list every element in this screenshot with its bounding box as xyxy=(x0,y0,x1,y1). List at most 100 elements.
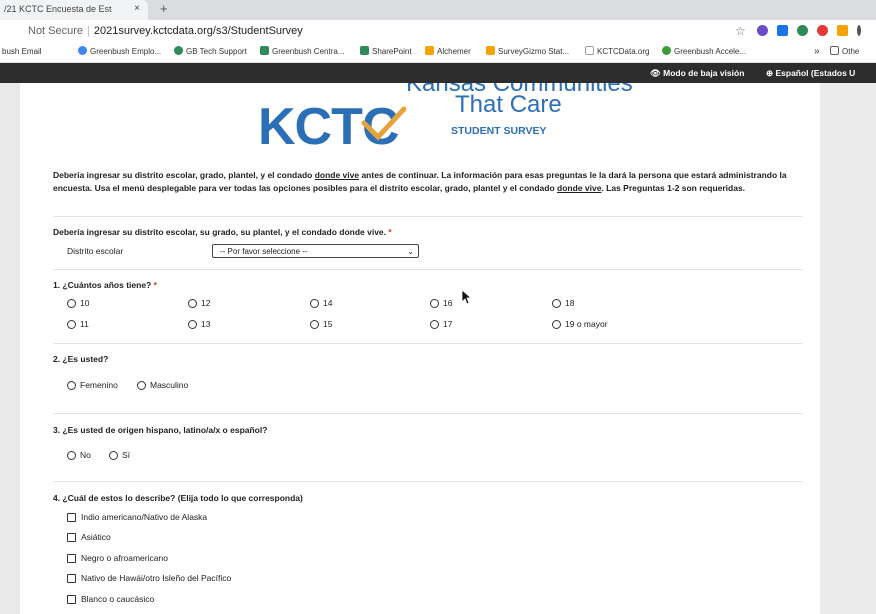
menu-icon[interactable] xyxy=(857,25,861,36)
radio-option[interactable]: 12 xyxy=(188,298,210,309)
eye-icon: 👁 xyxy=(650,68,664,78)
bookmark-icon xyxy=(662,46,671,55)
browser-tab[interactable]: /21 KCTC Encuesta de Est × xyxy=(0,0,148,20)
radio-icon xyxy=(430,299,439,308)
bookmark-item[interactable]: Alchemer xyxy=(425,42,471,62)
radio-icon xyxy=(137,381,146,390)
radio-option[interactable]: 18 xyxy=(552,298,574,309)
language-selector[interactable]: ⊕ Español (Estados U xyxy=(766,63,855,83)
url-text[interactable]: 2021survey.kctcdata.org/s3/StudentSurvey xyxy=(94,25,303,37)
divider xyxy=(53,269,803,270)
bookmark-item[interactable]: Greenbush Centra... xyxy=(260,42,344,62)
radio-icon xyxy=(188,320,197,329)
district-field-label: Distrito escolar xyxy=(67,246,124,256)
radio-option[interactable]: 11 xyxy=(67,319,89,330)
mouse-cursor-icon xyxy=(461,289,473,305)
radio-option[interactable]: No xyxy=(67,450,91,461)
radio-option[interactable]: 15 xyxy=(310,319,332,330)
radio-option[interactable]: 10 xyxy=(67,298,89,309)
bookmark-item[interactable]: bush Email xyxy=(2,42,42,62)
q1-title: 1. ¿Cuántos años tiene? * xyxy=(53,280,157,290)
radio-option[interactable]: 17 xyxy=(430,319,452,330)
divider xyxy=(53,413,803,414)
q3-title: 3. ¿Es usted de origen hispano, latino/a… xyxy=(53,425,268,435)
radio-icon xyxy=(430,320,439,329)
checkbox-option[interactable]: Negro o afroamericano xyxy=(67,553,168,564)
checkmark-logo-icon xyxy=(361,106,406,141)
radio-option[interactable]: Masculino xyxy=(137,380,188,391)
bookmark-item[interactable]: SharePoint xyxy=(360,42,412,62)
logo-title-line2: That Care xyxy=(455,91,562,118)
other-bookmarks[interactable]: Othe xyxy=(830,42,859,62)
checkbox-icon xyxy=(67,533,76,542)
address-separator: | xyxy=(87,25,90,37)
radio-icon xyxy=(67,320,76,329)
security-indicator[interactable]: Not Secure xyxy=(28,25,83,37)
district-select-value: -- Por favor seleccione -- xyxy=(220,247,308,256)
low-vision-toggle[interactable]: 👁 Modo de baja visión xyxy=(650,63,744,83)
q4-title: 4. ¿Cuál de estos lo describe? (Elija to… xyxy=(53,493,303,503)
instructions-text: Debería ingresar su distrito escolar, gr… xyxy=(53,170,787,193)
radio-option[interactable]: 19 o mayor xyxy=(552,319,608,330)
district-select[interactable]: -- Por favor seleccione -- ⌄ xyxy=(212,244,419,258)
new-tab-button[interactable]: + xyxy=(160,0,168,18)
radio-icon xyxy=(67,381,76,390)
radio-option[interactable]: Sí xyxy=(109,450,130,461)
tab-strip: /21 KCTC Encuesta de Est × + xyxy=(0,0,876,20)
bookmark-item[interactable]: KCTCData.org xyxy=(585,42,649,62)
extension-icon[interactable] xyxy=(837,25,848,36)
bookmarks-bar: bush Email Greenbush Emplo... GB Tech Su… xyxy=(0,42,876,63)
radio-option[interactable]: 14 xyxy=(310,298,332,309)
sharepoint-icon xyxy=(260,46,269,55)
chevron-down-icon: ⌄ xyxy=(407,247,414,256)
radio-icon xyxy=(67,299,76,308)
surveygizmo-icon xyxy=(486,46,495,55)
more-bookmarks-button[interactable]: » xyxy=(814,42,820,62)
radio-icon xyxy=(310,320,319,329)
radio-icon xyxy=(67,451,76,460)
logo-subtitle: STUDENT SURVEY xyxy=(451,125,547,137)
checkbox-icon xyxy=(67,574,76,583)
extension-icon[interactable] xyxy=(797,25,808,36)
radio-icon xyxy=(310,299,319,308)
google-icon xyxy=(78,46,87,55)
tab-close-icon[interactable]: × xyxy=(134,0,140,18)
checkbox-icon xyxy=(67,513,76,522)
radio-icon xyxy=(109,451,118,460)
extension-icon[interactable] xyxy=(817,25,828,36)
checkbox-option[interactable]: Nativo de Hawái/otro Isleño del Pacífico xyxy=(67,573,231,584)
radio-icon xyxy=(552,320,561,329)
q2-title: 2. ¿Es usted? xyxy=(53,354,109,364)
checkbox-icon xyxy=(67,595,76,604)
radio-icon xyxy=(188,299,197,308)
accessibility-toolbar: 👁 Modo de baja visión ⊕ Español (Estados… xyxy=(0,63,876,83)
bookmark-icon xyxy=(174,46,183,55)
tab-title: /21 KCTC Encuesta de Est xyxy=(4,4,112,14)
radio-option[interactable]: Femenino xyxy=(67,380,118,391)
checkbox-option[interactable]: Indio americano/Nativo de Alaska xyxy=(67,512,207,523)
bookmark-item[interactable]: Greenbush Accele... xyxy=(662,42,746,62)
alchemer-icon xyxy=(425,46,434,55)
divider xyxy=(53,481,803,482)
folder-icon xyxy=(830,46,839,55)
checkbox-option[interactable]: Blanco o caucásico xyxy=(67,594,154,605)
radio-icon xyxy=(552,299,561,308)
extension-icon[interactable] xyxy=(777,25,788,36)
sharepoint-icon xyxy=(360,46,369,55)
extension-icon[interactable] xyxy=(757,25,768,36)
bookmark-item[interactable]: GB Tech Support xyxy=(174,42,247,62)
survey-page: KCTC Kansas Communities That Care STUDEN… xyxy=(20,83,820,614)
radio-option[interactable]: 13 xyxy=(188,319,210,330)
page-scroll-area[interactable] xyxy=(820,83,876,614)
divider xyxy=(53,343,803,344)
divider xyxy=(53,216,803,217)
bookmark-star-icon[interactable]: ☆ xyxy=(735,20,746,42)
district-question-title: Debería ingresar su distrito escolar, su… xyxy=(53,227,392,237)
page-icon xyxy=(585,46,594,55)
bookmark-item[interactable]: SurveyGizmo Stat... xyxy=(486,42,569,62)
radio-option[interactable]: 16 xyxy=(430,298,452,309)
bookmark-item[interactable]: Greenbush Emplo... xyxy=(78,42,161,62)
checkbox-option[interactable]: Asiático xyxy=(67,532,111,543)
checkbox-icon xyxy=(67,554,76,563)
address-bar[interactable]: Not Secure | 2021survey.kctcdata.org/s3/St… xyxy=(0,20,876,43)
